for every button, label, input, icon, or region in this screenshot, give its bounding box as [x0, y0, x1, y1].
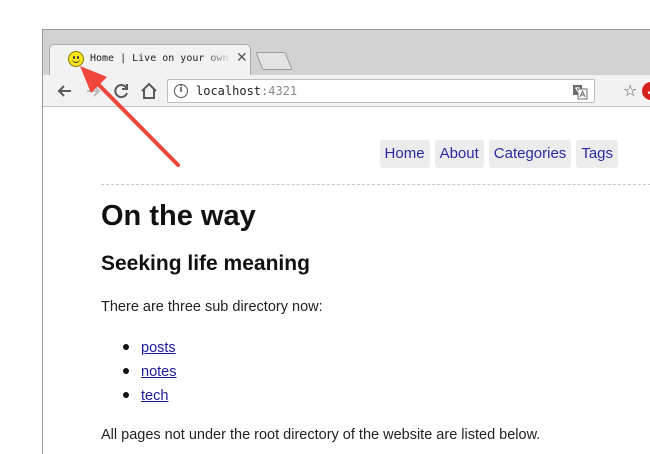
directory-link-notes[interactable]: notes	[141, 364, 176, 380]
tab-strip: Home | Live on your own way ✕	[43, 30, 650, 75]
list-item: notes	[123, 361, 176, 385]
extension-check-icon[interactable]: ✓	[642, 82, 650, 100]
nav-link-tags[interactable]: Tags	[576, 140, 618, 168]
url-text: localhost:4321	[196, 84, 297, 98]
page-title: On the way	[101, 200, 256, 232]
home-icon[interactable]	[139, 81, 159, 101]
new-tab-button[interactable]	[255, 52, 293, 70]
header-divider	[101, 184, 650, 185]
smiley-favicon-icon	[68, 51, 84, 67]
intro-text: There are three sub directory now:	[101, 299, 323, 315]
info-icon[interactable]: i	[174, 84, 188, 98]
forward-arrow-icon[interactable]	[83, 81, 103, 101]
outro-text: All pages not under the root directory o…	[101, 427, 541, 443]
tab-close-icon[interactable]: ✕	[236, 50, 248, 66]
site-nav: Home About Categories Tags	[379, 140, 618, 168]
tab-title: Home | Live on your own way	[90, 53, 232, 64]
address-bar[interactable]: i localhost:4321	[167, 79, 595, 103]
directory-link-posts[interactable]: posts	[141, 340, 176, 356]
browser-toolbar: i localhost:4321 ☆ ✓	[43, 75, 650, 107]
directory-link-tech[interactable]: tech	[141, 388, 168, 404]
browser-window: Home | Live on your own way ✕ i localhos…	[42, 29, 650, 454]
back-arrow-icon[interactable]	[55, 81, 75, 101]
list-item: posts	[123, 337, 176, 361]
page-subtitle: Seeking life meaning	[101, 252, 310, 275]
translate-icon[interactable]	[572, 84, 588, 100]
reload-icon[interactable]	[111, 81, 131, 101]
bookmark-star-icon[interactable]: ☆	[623, 83, 637, 99]
nav-link-about[interactable]: About	[434, 140, 484, 168]
page-content: Home About Categories Tags On the way Se…	[43, 108, 650, 454]
url-port: :4321	[261, 84, 298, 98]
url-host: localhost	[196, 84, 262, 98]
directory-list: posts notes tech	[123, 337, 176, 409]
nav-link-home[interactable]: Home	[379, 140, 430, 168]
list-item: tech	[123, 385, 176, 409]
browser-tab-home[interactable]: Home | Live on your own way ✕	[49, 44, 251, 75]
nav-link-categories[interactable]: Categories	[488, 140, 572, 168]
